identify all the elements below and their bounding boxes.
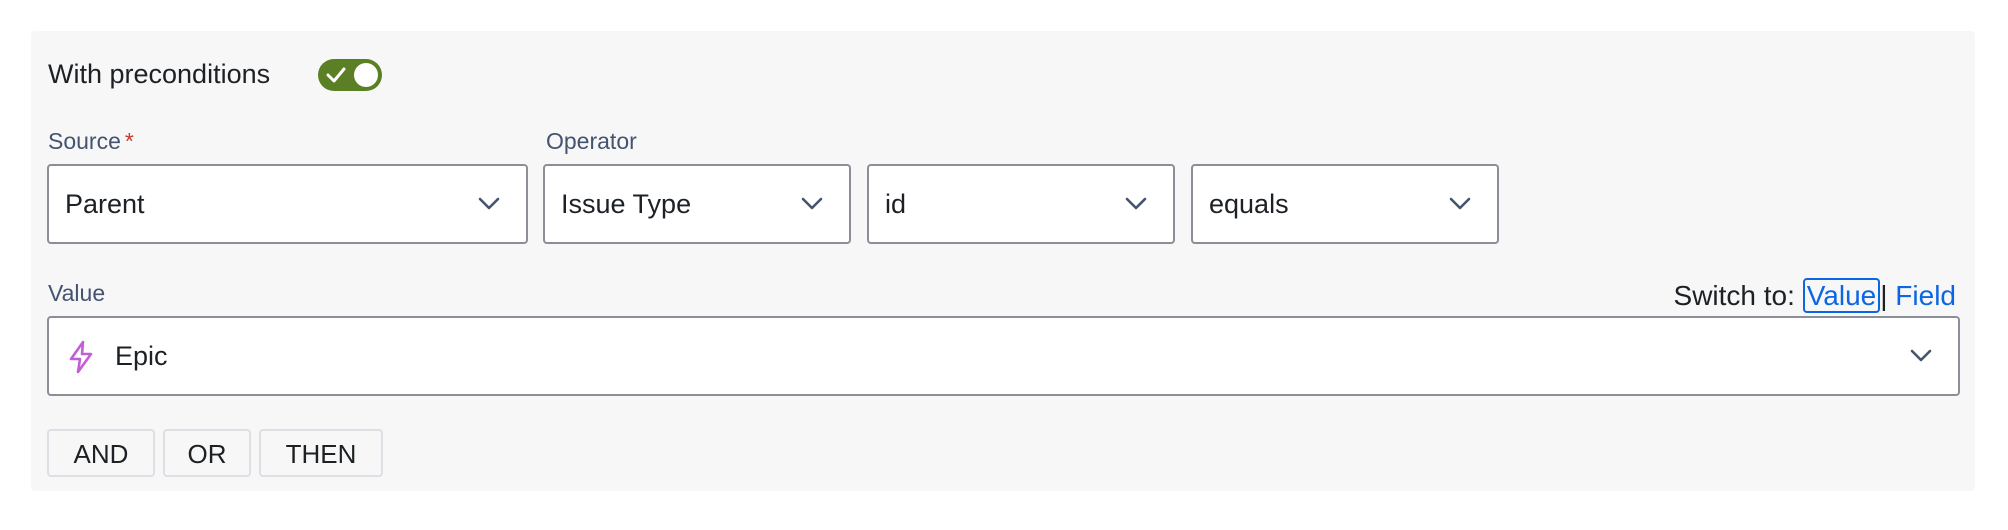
comparison-select[interactable]: equals [1191,164,1499,244]
lightning-bolt-icon [69,340,93,374]
operator-label: Operator [546,128,637,154]
chevron-down-icon [478,197,500,210]
precondition-panel [31,31,1975,491]
switch-to-label: Switch to: [1673,280,1795,311]
value-select[interactable]: Epic [47,316,1960,396]
chevron-down-icon [1449,197,1471,210]
operator-field-select[interactable]: Issue Type [543,164,851,244]
then-button[interactable]: THEN [259,429,383,477]
operator-field-value: Issue Type [561,189,692,219]
operator-property-value: id [885,189,907,219]
source-select-value: Parent [65,189,145,219]
operator-property-select[interactable]: id [867,164,1175,244]
switch-to-control: Switch to: Value | Field [1674,278,1956,314]
chevron-down-icon [1125,197,1147,210]
switch-field-link[interactable]: Field [1895,280,1956,311]
switch-separator: | [1880,280,1888,311]
and-button[interactable]: AND [47,429,155,477]
value-select-value: Epic [115,341,168,371]
source-select[interactable]: Parent [47,164,528,244]
source-label: Source * [48,126,134,156]
comparison-value: equals [1209,189,1289,219]
or-button[interactable]: OR [163,429,251,477]
required-indicator: * [124,128,134,154]
source-label-text: Source [48,128,121,154]
value-label: Value [48,280,106,306]
switch-value-link[interactable]: Value [1802,278,1881,313]
chevron-down-icon [1910,349,1932,362]
chevron-down-icon [801,197,823,210]
preconditions-label: With preconditions [48,59,271,89]
toggle-knob [354,63,378,87]
preconditions-toggle[interactable] [318,59,382,91]
check-icon [326,67,346,83]
